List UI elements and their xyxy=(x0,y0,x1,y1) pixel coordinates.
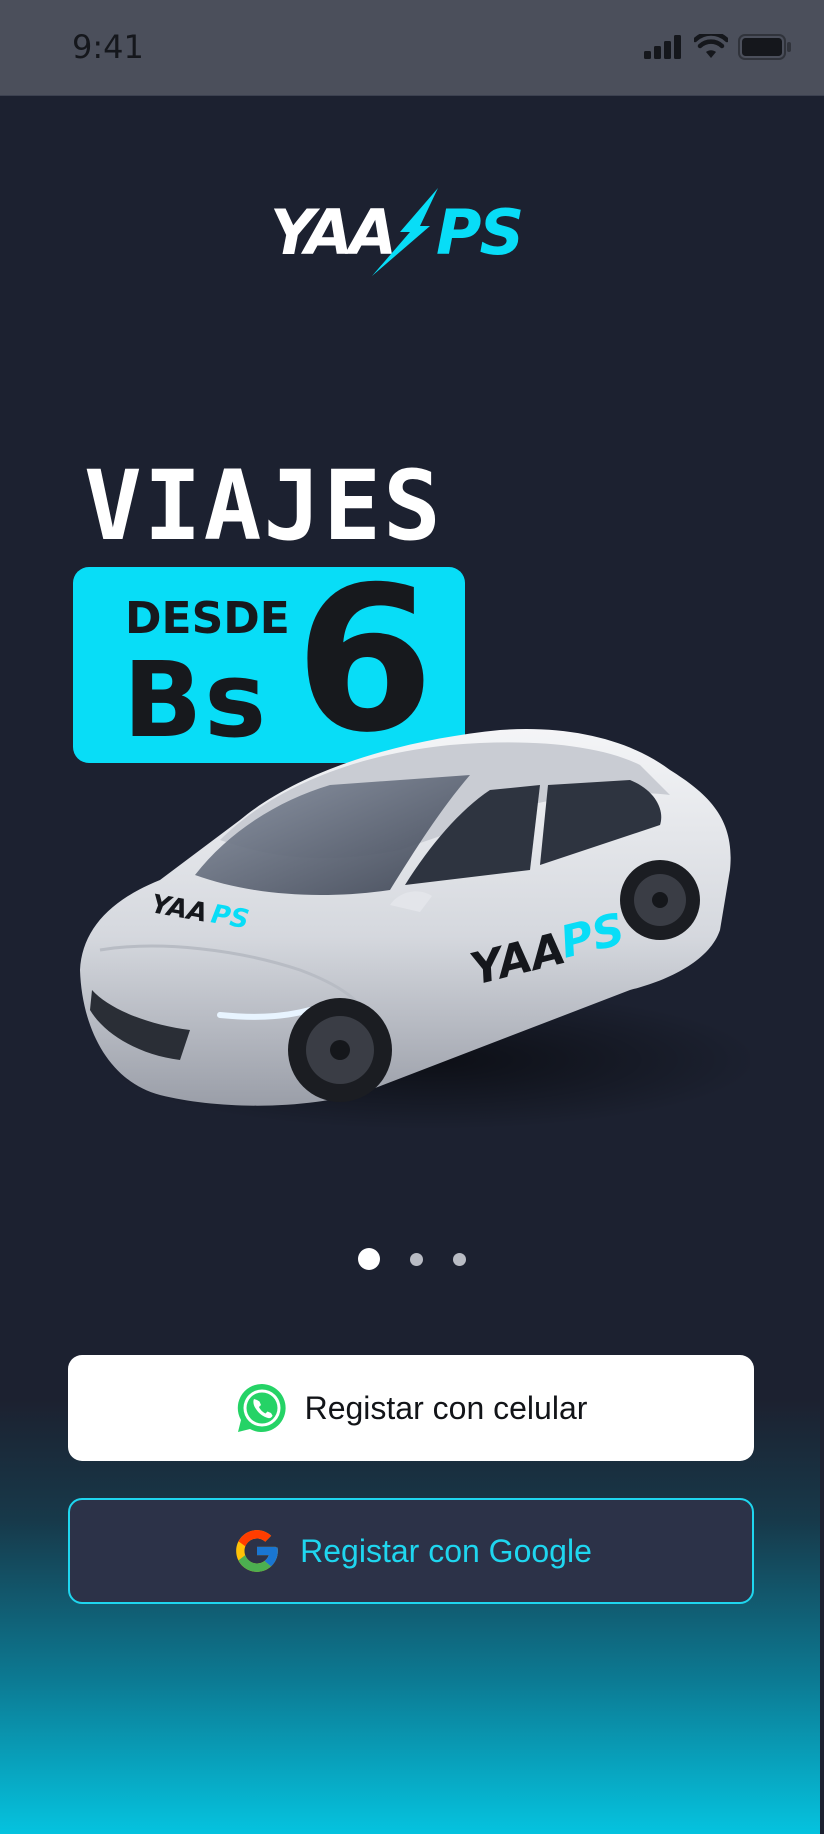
status-time: 9:41 xyxy=(72,28,144,66)
pager-dot-3[interactable] xyxy=(453,1252,466,1266)
status-icons xyxy=(644,34,792,60)
register-google-label: Registar con Google xyxy=(300,1532,592,1569)
logo-graphic: YAA PS xyxy=(270,188,524,276)
wifi-icon xyxy=(694,34,728,58)
price-desde-label: DESDE xyxy=(125,593,290,644)
google-icon xyxy=(230,1524,284,1578)
register-phone-button[interactable]: Registar con celular xyxy=(68,1355,754,1461)
status-bar: 9:41 xyxy=(0,0,824,96)
screen-edge xyxy=(820,1380,824,1834)
carousel-pager xyxy=(0,1248,824,1270)
register-google-button[interactable]: Registar con Google xyxy=(68,1498,754,1604)
whatsapp-icon xyxy=(235,1381,289,1435)
battery-icon xyxy=(738,34,791,60)
car-illustration: YAA PS YAA PS xyxy=(70,700,760,1140)
pager-dot-1[interactable] xyxy=(358,1248,380,1270)
welcome-screen: 9:41 YAA PS VIAJES DESDE Bs 6 YAA PS YAA… xyxy=(0,0,824,1834)
signal-icon xyxy=(644,35,681,59)
register-phone-label: Registar con celular xyxy=(304,1389,588,1426)
yaaps-logo: YAA PS xyxy=(270,186,560,278)
pager-dot-2[interactable] xyxy=(410,1252,423,1266)
svg-text:YAA: YAA xyxy=(270,196,393,269)
svg-text:PS: PS xyxy=(436,196,522,269)
